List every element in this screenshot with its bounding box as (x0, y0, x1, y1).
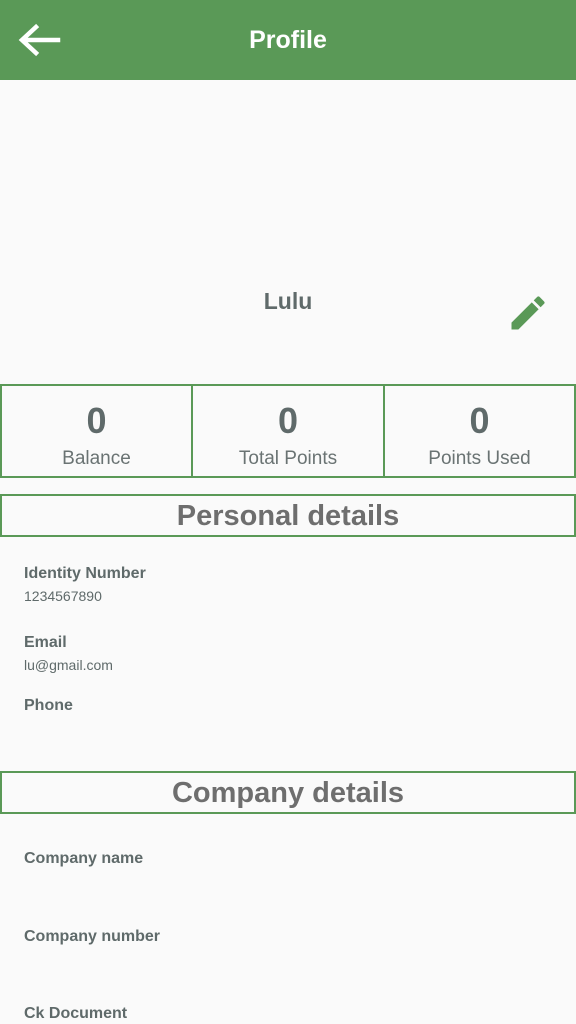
company-name-label: Company name (24, 850, 144, 867)
pencil-icon (511, 296, 545, 330)
stat-value: 0 (86, 400, 107, 441)
edit-profile-button[interactable] (506, 291, 550, 335)
personal-details-header: Personal details (0, 494, 576, 537)
stat-label: Points Used (428, 448, 531, 469)
stat-value: 0 (277, 400, 299, 441)
email-label: Email (24, 634, 67, 651)
stat-balance: 0 Balance (0, 384, 193, 478)
app-bar: Profile (0, 0, 576, 80)
company-number-label: Company number (24, 928, 161, 945)
stat-points-used: 0 Points Used (383, 384, 576, 478)
stat-total-points: 0 Total Points (191, 384, 385, 478)
identity-number-value: 1234567890 (24, 588, 102, 604)
page-title: Profile (249, 26, 327, 54)
stat-label: Balance (62, 448, 131, 469)
phone-label: Phone (24, 697, 73, 714)
ck-document-label: Ck Document (24, 1005, 128, 1022)
email-value: lu@gmail.com (24, 657, 113, 673)
profile-name: Lulu (263, 288, 313, 314)
stat-value: 0 (469, 400, 490, 441)
stats-row: 0 Balance 0 Total Points 0 Points Used (0, 384, 576, 478)
stat-label: Total Points (238, 448, 338, 469)
identity-number-label: Identity Number (24, 565, 146, 582)
company-details-header: Company details (0, 771, 576, 814)
